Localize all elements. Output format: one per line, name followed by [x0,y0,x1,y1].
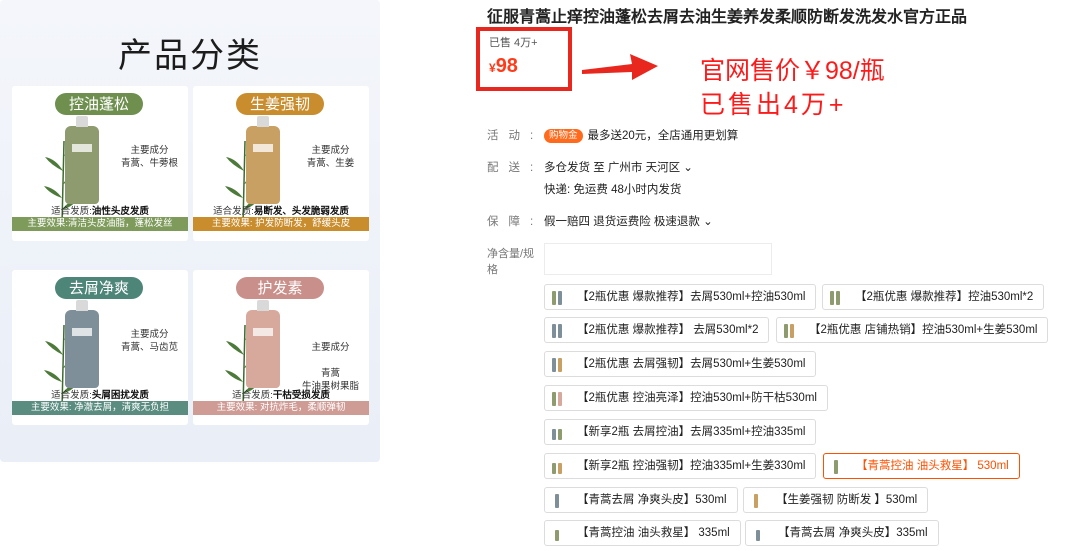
product-thumbnail [549,423,571,441]
product-bottle-image [246,116,280,204]
spec-option[interactable]: 【2瓶优惠 爆款推荐】 去屑530ml*2 [544,317,770,343]
product-bottle-image [246,300,280,388]
category-name: 控油蓬松 [55,93,143,115]
gift-badge: 购物金 [544,129,583,143]
spec-option[interactable]: 【青蒿控油 油头救星】 335ml [544,520,741,546]
spec-selector-field[interactable] [544,243,772,275]
delivery-label: 配送: [487,162,544,174]
delivery-address[interactable]: 多仓发货 至 广州市 天河区 ⌄ [544,159,693,175]
sold-count: 已售 4万+ [489,37,538,49]
hair-type: 适合发质:易断发、头发脆弱发质 [213,206,349,217]
ingredients: 主要成分 青蒿、牛蒡根 [120,145,178,169]
hair-type: 适合发质:干枯受损发质 [232,390,330,401]
product-thumbnail [549,389,571,407]
category-name: 生姜强韧 [236,93,324,115]
product-thumbnail [549,321,571,339]
annotation-line: 已售出4万+ [700,91,847,119]
price: ¥98 [489,55,518,78]
category-name: 护发素 [236,277,324,299]
category-card-anti-dandruff: 去屑净爽 主要成分 青蒿、马齿苋 适合发质:头屑困扰发质 主要效果: 净澈去屑，… [12,270,188,425]
price-annotation: 官网售价￥98/瓶 已售出4万+ [700,54,885,122]
hair-type: 适合发质:头屑困扰发质 [51,390,149,401]
main-effect: 主要效果:清洁头皮油脂，蓬松发丝 [12,217,188,231]
hair-type: 适合发质:油性头皮发质 [51,206,149,217]
product-thumbnail [549,457,571,475]
delivery-info: 快递: 免运费 48小时内发货 [544,184,682,196]
product-thumbnail [750,524,772,542]
price-currency: ¥ [489,61,496,75]
spec-option-selected[interactable]: 【青蒿控油 油头救星】 530ml [823,453,1020,479]
category-name: 去屑净爽 [55,277,143,299]
guarantee-label: 保障: [487,216,544,228]
ingredients: 主要成分 青蒿、生姜 [306,145,355,169]
spec-option[interactable]: 【青蒿去屑 净爽头皮】530ml [544,487,738,513]
product-thumbnail [549,288,571,306]
product-thumbnail [828,457,850,475]
category-card-ginger: 生姜强韧 主要成分 青蒿、生姜 适合发质:易断发、头发脆弱发质 主要效果: 护发… [193,86,369,241]
product-thumbnail [827,288,849,306]
product-thumbnail [781,321,803,339]
spec-label: 净含量/规格 [487,248,535,276]
category-title: 产品分类 [118,36,262,76]
activity-label: 活动: [487,130,544,142]
product-thumbnail [549,491,571,509]
arrow-icon [582,54,658,80]
price-value: 98 [495,55,518,77]
product-bottle-image [65,116,99,204]
product-thumbnail [748,491,770,509]
annotation-line: 官网售价￥98/瓶 [700,57,885,85]
spec-option[interactable]: 【2瓶优惠 爆款推荐】控油530ml*2 [822,284,1045,310]
category-card-oil-control: 控油蓬松 主要成分 青蒿、牛蒡根 适合发质:油性头皮发质 主要效果:清洁头皮油脂… [12,86,188,241]
category-card-conditioner: 护发素 主要成分 青蒿 牛油果树果脂 适合发质:干枯受损发质 主要效果: 对抗炸… [193,270,369,425]
spec-option[interactable]: 【2瓶优惠 爆款推荐】去屑530ml+控油530ml [544,284,817,310]
spec-option[interactable]: 【生姜强韧 防断发 】530ml [743,487,929,513]
main-effect: 主要效果: 护发防断发，舒缓头皮 [193,217,369,231]
spec-option[interactable]: 【新享2瓶 控油强韧】控油335ml+生姜330ml [544,453,817,479]
product-thumbnail [549,355,571,373]
main-effect: 主要效果: 净澈去屑，清爽无负担 [12,401,188,415]
spec-option[interactable]: 【2瓶优惠 去屑强韧】去屑530ml+生姜530ml [544,351,817,377]
ingredients: 主要成分 青蒿、马齿苋 [120,329,178,353]
spec-option[interactable]: 【青蒿去屑 净爽头皮】335ml [745,520,939,546]
product-bottle-image [65,300,99,388]
product-thumbnail [549,524,571,542]
main-effect: 主要效果: 对抗炸毛，柔顺弹韧 [193,401,369,415]
spec-option[interactable]: 【2瓶优惠 控油亮泽】控油530ml+防干枯530ml [544,385,828,411]
spec-option[interactable]: 【2瓶优惠 店铺热销】控油530ml+生姜530ml [776,317,1049,343]
guarantee-text[interactable]: 假一赔四 退货运费险 极速退款 ⌄ [544,213,713,229]
activity-text: 购物金 最多送20元，全店通用更划算 [544,127,738,143]
product-title: 征服青蒿止痒控油蓬松去屑去油生姜养发柔顺防断发洗发水官方正品 [487,9,968,26]
spec-option[interactable]: 【新享2瓶 去屑控油】去屑335ml+控油335ml [544,419,817,445]
category-panel: 产品分类 控油蓬松 主要成分 青蒿、牛蒡根 适合发质:油性头皮发质 主要效果:清… [0,0,380,462]
